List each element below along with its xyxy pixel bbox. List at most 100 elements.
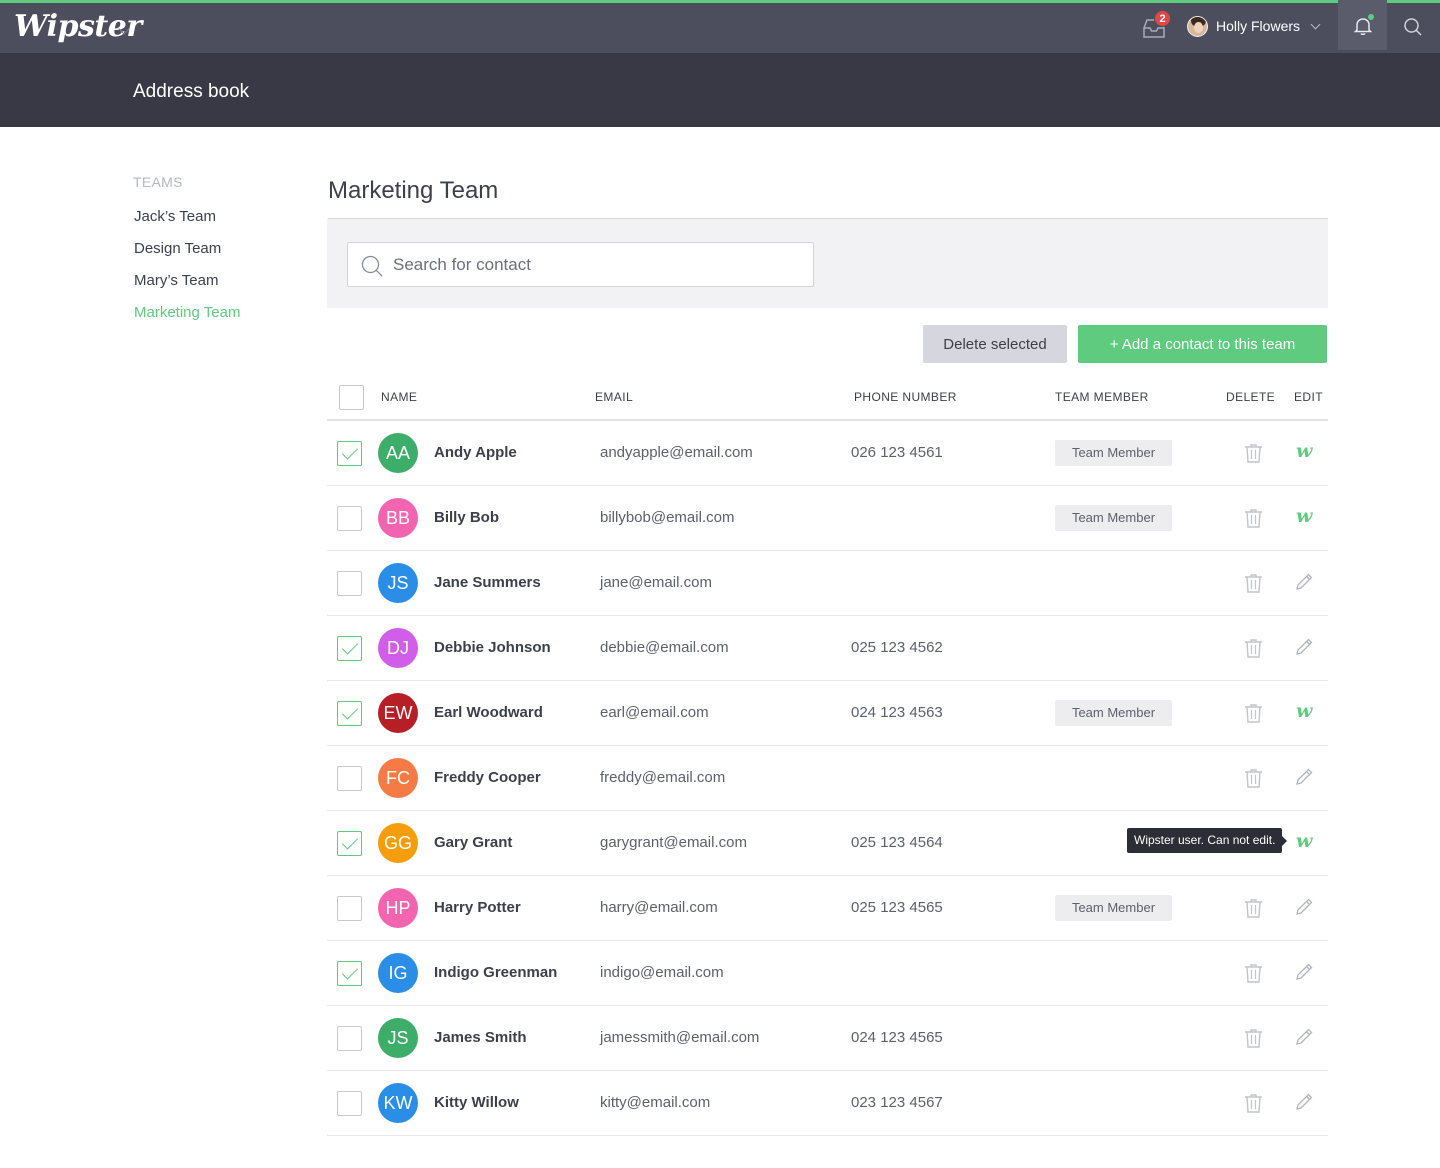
- trash-icon[interactable]: [1244, 768, 1263, 793]
- page-header: Address book: [0, 53, 1440, 127]
- trash-icon[interactable]: [1244, 443, 1263, 468]
- row-checkbox[interactable]: [337, 636, 362, 661]
- trash-icon[interactable]: [1244, 898, 1263, 923]
- user-name: Holly Flowers: [1216, 18, 1301, 34]
- search-box[interactable]: [347, 242, 814, 287]
- row-checkbox[interactable]: [337, 896, 362, 921]
- table-row: GG Gary Grant garygrant@email.com 025 123 4…: [327, 811, 1328, 876]
- row-checkbox[interactable]: [337, 701, 362, 726]
- trash-icon[interactable]: [1244, 508, 1263, 533]
- contact-name: Billy Bob: [434, 509, 500, 526]
- contact-email: indigo@email.com: [600, 964, 724, 981]
- trash-icon[interactable]: [1244, 1093, 1263, 1118]
- avatar: [1187, 15, 1208, 37]
- trash-icon[interactable]: [1244, 1028, 1263, 1053]
- contact-name: Gary Grant: [434, 834, 513, 851]
- contact-name: Andy Apple: [434, 444, 517, 461]
- row-checkbox[interactable]: [337, 571, 362, 596]
- table-row: DJ Debbie Johnson debbie@email.com 025 123 …: [327, 616, 1328, 681]
- contact-email: debbie@email.com: [600, 639, 729, 656]
- chevron-down-icon: [1310, 19, 1321, 29]
- contact-phone: 025 123 4562: [851, 639, 943, 656]
- contact-email: andyapple@email.com: [600, 444, 753, 461]
- trash-icon[interactable]: [1244, 703, 1263, 728]
- contact-name: James Smith: [434, 1029, 527, 1046]
- row-checkbox[interactable]: [337, 1026, 362, 1051]
- wipster-user-icon: w: [1296, 505, 1313, 527]
- pencil-icon[interactable]: [1294, 1027, 1314, 1052]
- contact-email: freddy@email.com: [600, 769, 726, 786]
- inbox-badge: 2: [1154, 10, 1171, 27]
- search-panel: [327, 219, 1328, 308]
- delete-selected-button[interactable]: Delete selected: [923, 325, 1067, 363]
- column-header-phone[interactable]: PHONE NUMBER: [854, 390, 957, 404]
- sidebar-item-marketing-team[interactable]: Marketing Team: [134, 304, 240, 321]
- column-header-delete: DELETE: [1226, 390, 1276, 404]
- trash-icon[interactable]: [1244, 638, 1263, 663]
- wipster-user-icon: w: [1296, 830, 1313, 852]
- sidebar-item-jacks-team[interactable]: Jack’s Team: [134, 208, 216, 225]
- team-member-badge: Team Member: [1055, 895, 1172, 921]
- contact-name: Harry Potter: [434, 899, 521, 916]
- row-checkbox[interactable]: [337, 831, 362, 856]
- team-member-badge: Team Member: [1055, 505, 1172, 531]
- team-title: Marketing Team: [328, 177, 499, 204]
- teams-section-label: TEAMS: [133, 174, 183, 190]
- contact-avatar: EW: [378, 693, 418, 733]
- contact-name: Freddy Cooper: [434, 769, 541, 786]
- table-row: JS Jane Summers jane@email.com: [327, 551, 1328, 616]
- contact-name: Kitty Willow: [434, 1094, 519, 1111]
- notification-dot: [1368, 14, 1374, 20]
- column-header-edit: EDIT: [1294, 390, 1323, 404]
- pencil-icon[interactable]: [1294, 897, 1314, 922]
- contact-email: kitty@email.com: [600, 1094, 711, 1111]
- contact-email: jane@email.com: [600, 574, 712, 591]
- column-header-name[interactable]: NAME: [381, 390, 417, 404]
- wipster-user-icon: w: [1296, 700, 1313, 722]
- contact-name: Indigo Greenman: [434, 964, 558, 981]
- row-checkbox[interactable]: [337, 961, 362, 986]
- notifications-button[interactable]: [1338, 0, 1387, 50]
- table-row: KW Kitty Willow kitty@email.com 023 123 456…: [327, 1071, 1328, 1136]
- contact-phone: 025 123 4564: [851, 834, 943, 851]
- user-menu[interactable]: Holly Flowers: [1187, 14, 1321, 38]
- contact-email: jamessmith@email.com: [600, 1029, 760, 1046]
- sidebar-item-marys-team[interactable]: Mary’s Team: [134, 272, 218, 289]
- add-contact-button[interactable]: + Add a contact to this team: [1078, 325, 1327, 363]
- trash-icon[interactable]: [1244, 963, 1263, 988]
- pencil-icon[interactable]: [1294, 962, 1314, 987]
- page-title: Address book: [133, 81, 250, 102]
- sidebar-item-design-team[interactable]: Design Team: [134, 240, 221, 257]
- contact-email: garygrant@email.com: [600, 834, 747, 851]
- contact-avatar: KW: [378, 1083, 418, 1123]
- search-input[interactable]: [393, 243, 803, 286]
- table-row: HP Harry Potter harry@email.com 025 123 456…: [327, 876, 1328, 941]
- search-icon: [361, 255, 383, 277]
- contact-avatar: HP: [378, 888, 418, 928]
- row-checkbox[interactable]: [337, 1091, 362, 1116]
- contact-name: Jane Summers: [434, 574, 541, 591]
- column-header-team-member[interactable]: TEAM MEMBER: [1055, 390, 1149, 404]
- trash-icon[interactable]: [1244, 573, 1263, 598]
- row-checkbox[interactable]: [337, 506, 362, 531]
- pencil-icon[interactable]: [1294, 767, 1314, 792]
- pencil-icon[interactable]: [1294, 1092, 1314, 1117]
- pencil-icon[interactable]: [1294, 637, 1314, 662]
- pencil-icon[interactable]: [1294, 572, 1314, 597]
- contact-avatar: IG: [378, 953, 418, 993]
- select-all-checkbox[interactable]: [339, 385, 364, 410]
- row-checkbox[interactable]: [337, 441, 362, 466]
- contact-avatar: DJ: [378, 628, 418, 668]
- contact-name: Debbie Johnson: [434, 639, 551, 656]
- tooltip: Wipster user. Can not edit.: [1127, 828, 1288, 853]
- contact-email: harry@email.com: [600, 899, 718, 916]
- wipster-user-icon: w: [1296, 440, 1313, 462]
- contact-avatar: JS: [378, 1018, 418, 1058]
- column-header-email[interactable]: EMAIL: [595, 390, 633, 404]
- table-header: NAME EMAIL PHONE NUMBER TEAM MEMBER DELE…: [327, 380, 1328, 421]
- table-row: IG Indigo Greenman indigo@email.com: [327, 941, 1328, 1006]
- table-row: FC Freddy Cooper freddy@email.com: [327, 746, 1328, 811]
- contact-phone: 026 123 4561: [851, 444, 943, 461]
- row-checkbox[interactable]: [337, 766, 362, 791]
- search-icon[interactable]: [1403, 17, 1423, 37]
